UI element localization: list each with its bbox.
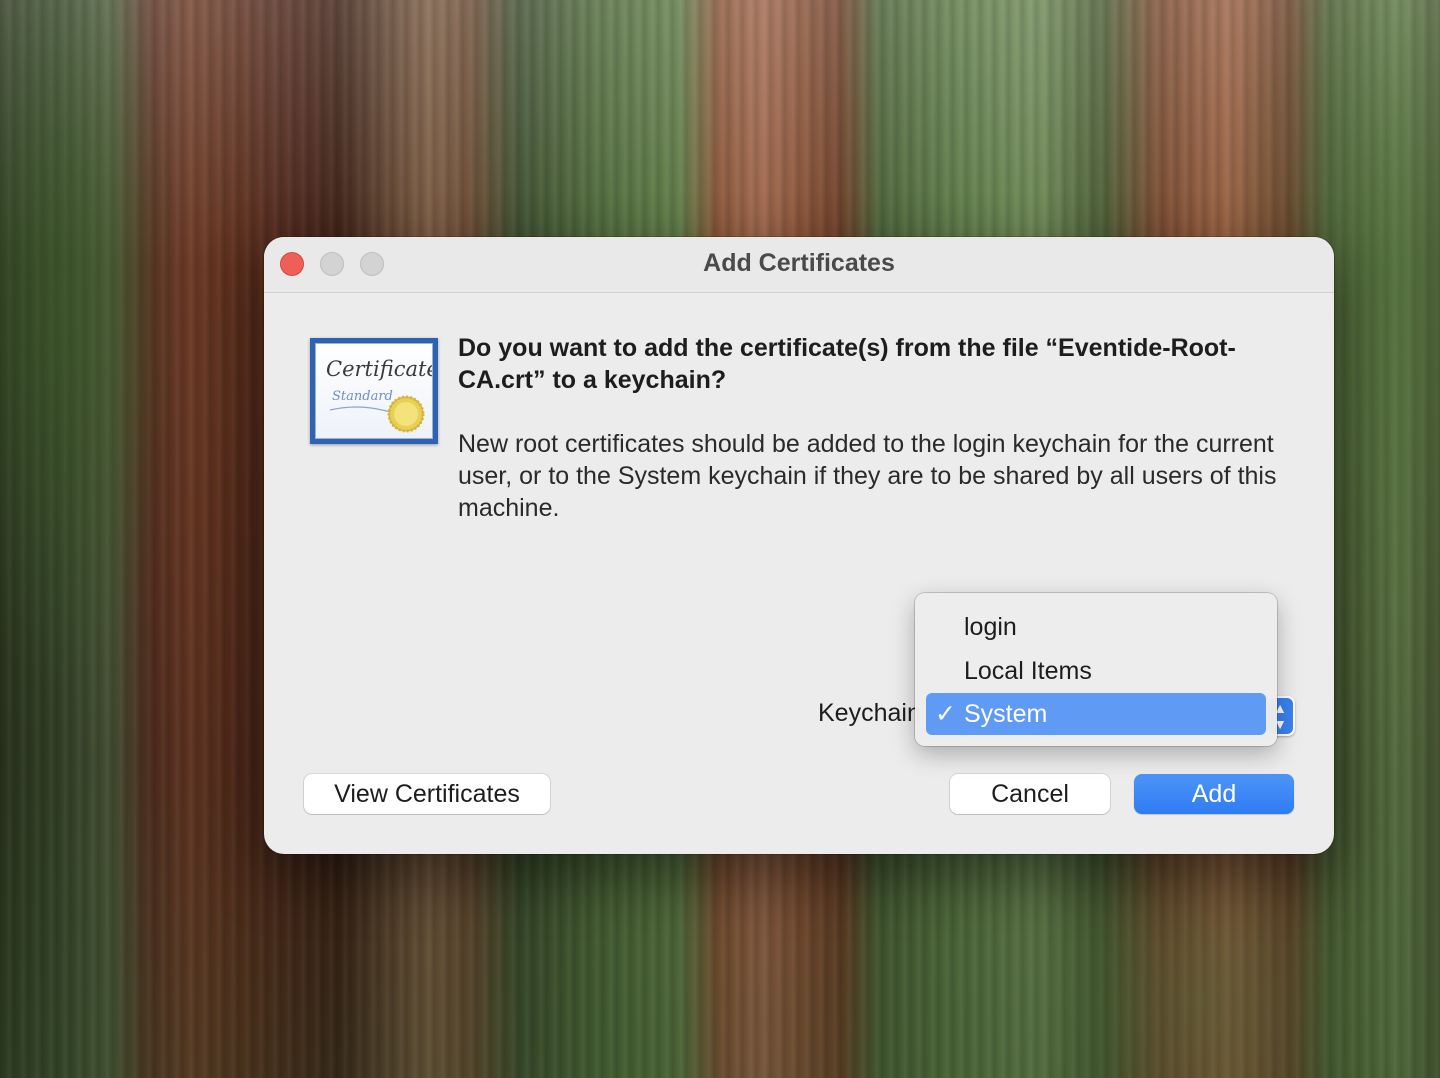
menu-item-login[interactable]: login	[926, 606, 1266, 648]
certificate-artwork: Certificate Standard	[326, 357, 432, 433]
menu-item-label: Local Items	[964, 657, 1092, 685]
certificate-icon-line2: Standard	[332, 389, 393, 404]
keychain-dropdown-menu: login Local Items ✓ System	[915, 593, 1277, 746]
dialog-heading: Do you want to add the certificate(s) fr…	[458, 334, 1236, 394]
cancel-button[interactable]: Cancel	[950, 774, 1110, 814]
keychain-label: Keychain:	[818, 699, 928, 727]
add-certificates-dialog: Add Certificates Certificate Standard Do…	[264, 237, 1334, 854]
dialog-title: Add Certificates	[703, 249, 895, 277]
menu-item-system[interactable]: ✓ System	[926, 693, 1266, 735]
view-certificates-button[interactable]: View Certificates	[304, 774, 550, 814]
menu-item-label: System	[964, 700, 1048, 728]
seal-icon	[387, 395, 425, 433]
menu-item-label: login	[964, 613, 1017, 641]
certificate-icon: Certificate Standard	[310, 338, 438, 444]
dialog-message: New root certificates should be added to…	[458, 430, 1277, 522]
add-button[interactable]: Add	[1134, 774, 1294, 814]
checkmark-icon: ✓	[935, 700, 956, 728]
title-bar: Add Certificates	[264, 237, 1334, 293]
certificate-icon-line1: Certificate	[326, 357, 432, 381]
menu-item-local-items[interactable]: Local Items	[926, 650, 1266, 692]
